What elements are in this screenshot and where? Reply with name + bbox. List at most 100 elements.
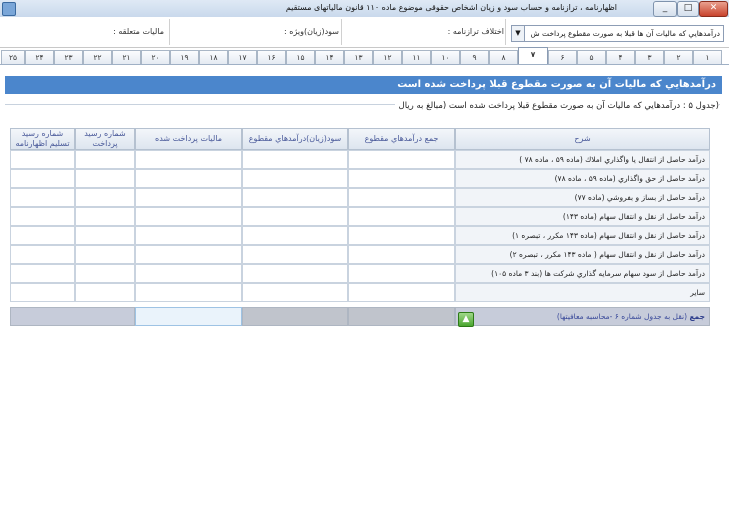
total-income-cell[interactable] <box>348 283 455 302</box>
profit-sum <box>242 307 348 326</box>
tax-paid-cell[interactable] <box>135 169 242 188</box>
total-income-cell[interactable] <box>348 188 455 207</box>
tab-23[interactable]: ۲۳ <box>54 50 83 64</box>
return-receipt-no-cell[interactable] <box>10 207 75 226</box>
maximize-button[interactable]: □ <box>677 1 699 17</box>
title-bar: اظهارنامه ، ترازنامه و حساب سود و زیان ا… <box>0 0 729 18</box>
receipt-no-cell[interactable] <box>75 245 135 264</box>
total-row-desc: جمع (نقل به جدول شماره ۶ -محاسبه معافيته… <box>455 307 710 326</box>
total-row-filler <box>10 307 135 326</box>
assessed-tax-label: ماليات متعلقه : <box>113 27 164 36</box>
minimize-button[interactable]: _ <box>653 1 677 17</box>
tab-1[interactable]: ۱ <box>693 50 722 64</box>
header-divider <box>505 19 506 45</box>
table-row-desc: درآمد حاصل از حق واگذاري (ماده ۵۹ ، ماده… <box>455 169 710 188</box>
table-row-desc: درآمد حاصل از نقل و انتقال سهام ( ماده ۱… <box>455 245 710 264</box>
return-receipt-no-cell[interactable] <box>10 188 75 207</box>
tab-16[interactable]: ۱۶ <box>257 50 286 64</box>
tab-5[interactable]: ۵ <box>577 50 606 64</box>
tab-8[interactable]: ۸ <box>489 50 518 64</box>
header-divider <box>169 19 170 45</box>
return-receipt-no-cell[interactable] <box>10 150 75 169</box>
receipt-no-cell[interactable] <box>75 207 135 226</box>
total-label: جمع <box>689 312 705 321</box>
tab-25[interactable]: ۲۵ <box>1 50 25 64</box>
tax-paid-cell[interactable] <box>135 264 242 283</box>
tab-22[interactable]: ۲۲ <box>83 50 112 64</box>
return-receipt-no-cell[interactable] <box>10 264 75 283</box>
section-title-bar: درآمدهايي كه ماليات آن به صورت مقطوع قبل… <box>5 76 722 94</box>
return-receipt-no-cell[interactable] <box>10 245 75 264</box>
tab-7[interactable]: ۷ <box>518 47 548 65</box>
tax-paid-sum <box>135 307 242 326</box>
profit-cell[interactable] <box>242 283 348 302</box>
receipt-no-cell[interactable] <box>75 226 135 245</box>
tab-10[interactable]: ۱۰ <box>431 50 460 64</box>
tab-12[interactable]: ۱۲ <box>373 50 402 64</box>
receipt-no-cell[interactable] <box>75 283 135 302</box>
header-divider <box>341 19 342 45</box>
section-title: درآمدهايي كه ماليات آن به صورت مقطوع قبل… <box>397 79 716 90</box>
receipt-no-cell[interactable] <box>75 169 135 188</box>
tab-18[interactable]: ۱۸ <box>199 50 228 64</box>
tab-baseline <box>0 64 729 65</box>
tax-paid-cell[interactable] <box>135 150 242 169</box>
tab-15[interactable]: ۱۵ <box>286 50 315 64</box>
tax-paid-cell[interactable] <box>135 226 242 245</box>
profit-cell[interactable] <box>242 207 348 226</box>
total-note: (نقل به جدول شماره ۶ -محاسبه معافيتها) <box>556 312 688 321</box>
window-title: اظهارنامه ، ترازنامه و حساب سود و زیان ا… <box>285 3 617 12</box>
tab-19[interactable]: ۱۹ <box>170 50 199 64</box>
header-total-income: جمع درآمدهاي مقطوع <box>348 128 455 150</box>
profit-cell[interactable] <box>242 188 348 207</box>
tax-paid-cell[interactable] <box>135 188 242 207</box>
profit-cell[interactable] <box>242 169 348 188</box>
close-button[interactable]: ✕ <box>699 1 728 17</box>
total-income-cell[interactable] <box>348 169 455 188</box>
tab-4[interactable]: ۴ <box>606 50 635 64</box>
total-income-sum <box>348 307 455 326</box>
receipt-no-cell[interactable] <box>75 188 135 207</box>
tax-paid-cell[interactable] <box>135 283 242 302</box>
tab-14[interactable]: ۱۴ <box>315 50 344 64</box>
profit-cell[interactable] <box>242 150 348 169</box>
tab-21[interactable]: ۲۱ <box>112 50 141 64</box>
header-return-receipt-no: شماره رسيد تسليم اظهارنامه <box>10 128 75 150</box>
total-income-cell[interactable] <box>348 245 455 264</box>
profit-cell[interactable] <box>242 245 348 264</box>
tab-2[interactable]: ۲ <box>664 50 693 64</box>
total-income-cell[interactable] <box>348 207 455 226</box>
table-row-desc: درآمد حاصل از سود سهام سرمايه گذاري شركت… <box>455 264 710 283</box>
tab-9[interactable]: ۹ <box>460 50 489 64</box>
return-receipt-no-cell[interactable] <box>10 169 75 188</box>
return-receipt-no-cell[interactable] <box>10 226 75 245</box>
tab-3[interactable]: ۳ <box>635 50 664 64</box>
tab-20[interactable]: ۲۰ <box>141 50 170 64</box>
receipt-no-cell[interactable] <box>75 264 135 283</box>
category-select-value: درآمدهايي كه ماليات آن ها قبلا به صورت م… <box>530 29 720 38</box>
tab-13[interactable]: ۱۳ <box>344 50 373 64</box>
total-income-cell[interactable] <box>348 264 455 283</box>
profit-cell[interactable] <box>242 226 348 245</box>
tax-paid-cell[interactable] <box>135 245 242 264</box>
table-row-desc: درآمد حاصل از نقل و انتقال سهام (ماده ۱۴… <box>455 207 710 226</box>
header-profit: سود(زيان)درآمدهاي مقطوع <box>242 128 348 150</box>
category-select[interactable]: ▼ درآمدهايي كه ماليات آن ها قبلا به صورت… <box>511 25 724 42</box>
chevron-down-icon[interactable]: ▼ <box>512 26 525 41</box>
tax-paid-cell[interactable] <box>135 207 242 226</box>
tab-24[interactable]: ۲۴ <box>25 50 54 64</box>
tab-11[interactable]: ۱۱ <box>402 50 431 64</box>
up-arrow-icon[interactable]: ▲ <box>458 312 474 327</box>
total-income-cell[interactable] <box>348 150 455 169</box>
return-receipt-no-cell[interactable] <box>10 283 75 302</box>
header-desc: شرح <box>455 128 710 150</box>
profit-cell[interactable] <box>242 264 348 283</box>
header-receipt-no: شماره رسيد پرداخت <box>75 128 135 150</box>
tab-6[interactable]: ۶ <box>548 50 577 64</box>
app-icon <box>2 2 16 16</box>
tab-17[interactable]: ۱۷ <box>228 50 257 64</box>
total-income-cell[interactable] <box>348 226 455 245</box>
receipt-no-cell[interactable] <box>75 150 135 169</box>
table-row-desc: درآمد حاصل از انتقال يا واگذاري املاك (م… <box>455 150 710 169</box>
balance-diff-label: اختلاف ترازنامه : <box>447 27 504 36</box>
